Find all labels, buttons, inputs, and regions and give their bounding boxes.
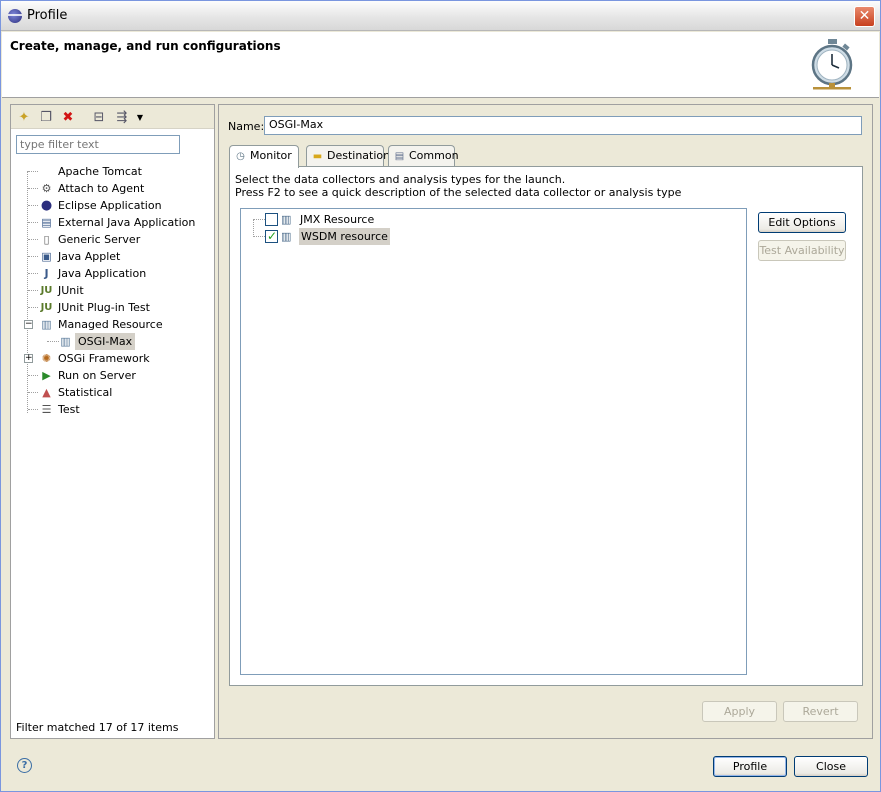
tab-common[interactable]: ▤ Common <box>388 145 459 167</box>
configuration-list-panel: ✦ ❐ ✖ ⊟ ⇶ ▼ Apache Tomcat ⚙ Attach to Ag… <box>10 104 215 739</box>
new-config-icon[interactable]: ✦ <box>16 109 32 125</box>
config-toolbar: ✦ ❐ ✖ ⊟ ⇶ ▼ <box>11 105 214 129</box>
revert-button[interactable]: Revert <box>783 701 858 722</box>
junit-plugin-icon: JU <box>40 302 53 313</box>
apply-button[interactable]: Apply <box>702 701 777 722</box>
filter-input[interactable] <box>16 135 180 154</box>
server-icon: ▯ <box>43 233 50 246</box>
stopwatch-icon: ◷ <box>236 151 245 162</box>
java-app-icon: J <box>44 267 49 280</box>
filter-dropdown-icon[interactable]: ▼ <box>132 109 148 125</box>
wsdm-resource-checkbox[interactable] <box>265 228 278 245</box>
external-java-icon: ▤ <box>41 216 52 229</box>
tab-monitor[interactable]: ◷ Monitor <box>229 145 299 168</box>
name-field[interactable]: OSGI-Max <box>264 116 862 135</box>
common-icon: ▤ <box>394 151 405 162</box>
eclipse-icon: ● <box>40 198 53 213</box>
tree-item-java-applet[interactable]: ▣ Java Applet <box>21 248 211 265</box>
tree-item-run-on-server[interactable]: ▶ Run on Server <box>21 367 211 384</box>
data-collector-list: ▥ JMX Resource ▥ WSDM resource <box>240 208 747 675</box>
tree-item-test[interactable]: ☰ Test <box>21 401 211 418</box>
tree-item-eclipse-application[interactable]: ● Eclipse Application <box>21 197 211 214</box>
tab-destination[interactable]: ▬ Destination <box>306 145 390 167</box>
duplicate-config-icon[interactable]: ❐ <box>38 109 54 125</box>
configuration-tree: Apache Tomcat ⚙ Attach to Agent ● Eclips… <box>21 163 211 418</box>
eclipse-app-icon <box>8 9 22 23</box>
delete-config-icon[interactable]: ✖ <box>60 109 76 125</box>
filter-configs-icon[interactable]: ⇶ <box>114 109 130 125</box>
run-server-icon: ▶ <box>42 369 51 382</box>
stopwatch-icon <box>811 39 853 90</box>
name-label: Name: <box>228 120 265 133</box>
tree-item-junit[interactable]: JU JUnit <box>21 282 211 299</box>
tab-bar: ◷ Monitor ▬ Destination ▤ Common <box>229 145 863 168</box>
expand-icon[interactable]: + <box>24 354 33 363</box>
tree-item-osgi-framework[interactable]: + ✺ OSGi Framework <box>21 350 211 367</box>
title-bar: Profile ✕ <box>1 1 880 31</box>
wsdm-resource-icon: ▥ <box>281 230 292 243</box>
filter-status: Filter matched 17 of 17 items <box>16 721 179 734</box>
tree-item-external-java-application[interactable]: ▤ External Java Application <box>21 214 211 231</box>
tree-item-osgi-max[interactable]: ▥ OSGI-Max <box>21 333 211 350</box>
configuration-editor: Name: OSGI-Max ◷ Monitor ▬ Destination ▤… <box>218 104 873 739</box>
collapse-all-icon[interactable]: ⊟ <box>91 109 107 125</box>
dialog-header: Create, manage, and run configurations <box>2 32 879 98</box>
help-icon[interactable]: ? <box>17 758 32 773</box>
tree-item-statistical[interactable]: ▲ Statistical <box>21 384 211 401</box>
osgi-icon: ✺ <box>41 352 52 365</box>
jmx-resource-checkbox[interactable] <box>265 213 278 226</box>
close-button[interactable]: Close <box>794 756 868 777</box>
tree-item-managed-resource[interactable]: − ▥ Managed Resource <box>21 316 211 333</box>
tree-item-java-application[interactable]: J Java Application <box>21 265 211 282</box>
test-icon: ☰ <box>41 403 52 416</box>
managed-resource-icon: ▥ <box>41 318 52 331</box>
monitor-description: Select the data collectors and analysis … <box>235 173 682 199</box>
monitor-tab-content: Select the data collectors and analysis … <box>229 166 863 686</box>
tree-item-generic-server[interactable]: ▯ Generic Server <box>21 231 211 248</box>
agent-icon: ⚙ <box>41 182 52 195</box>
window-title: Profile <box>27 8 68 23</box>
folder-icon: ▬ <box>312 151 323 162</box>
tree-item-apache-tomcat[interactable]: Apache Tomcat <box>21 163 211 180</box>
tree-item-junit-plugin-test[interactable]: JU JUnit Plug-in Test <box>21 299 211 316</box>
dialog-heading: Create, manage, and run configurations <box>10 39 281 53</box>
collapse-icon[interactable]: − <box>24 320 33 329</box>
jmx-resource-icon: ▥ <box>281 213 292 226</box>
tree-item-attach-to-agent[interactable]: ⚙ Attach to Agent <box>21 180 211 197</box>
resource-icon: ▥ <box>60 335 71 348</box>
test-availability-button[interactable]: Test Availability <box>758 240 846 261</box>
profile-button[interactable]: Profile <box>713 756 787 777</box>
applet-icon: ▣ <box>41 250 52 263</box>
profile-dialog: Profile ✕ Create, manage, and run config… <box>0 0 881 792</box>
statistical-icon: ▲ <box>42 386 51 399</box>
edit-options-button[interactable]: Edit Options <box>758 212 846 233</box>
close-window-button[interactable]: ✕ <box>854 6 875 27</box>
junit-icon: JU <box>40 285 53 296</box>
